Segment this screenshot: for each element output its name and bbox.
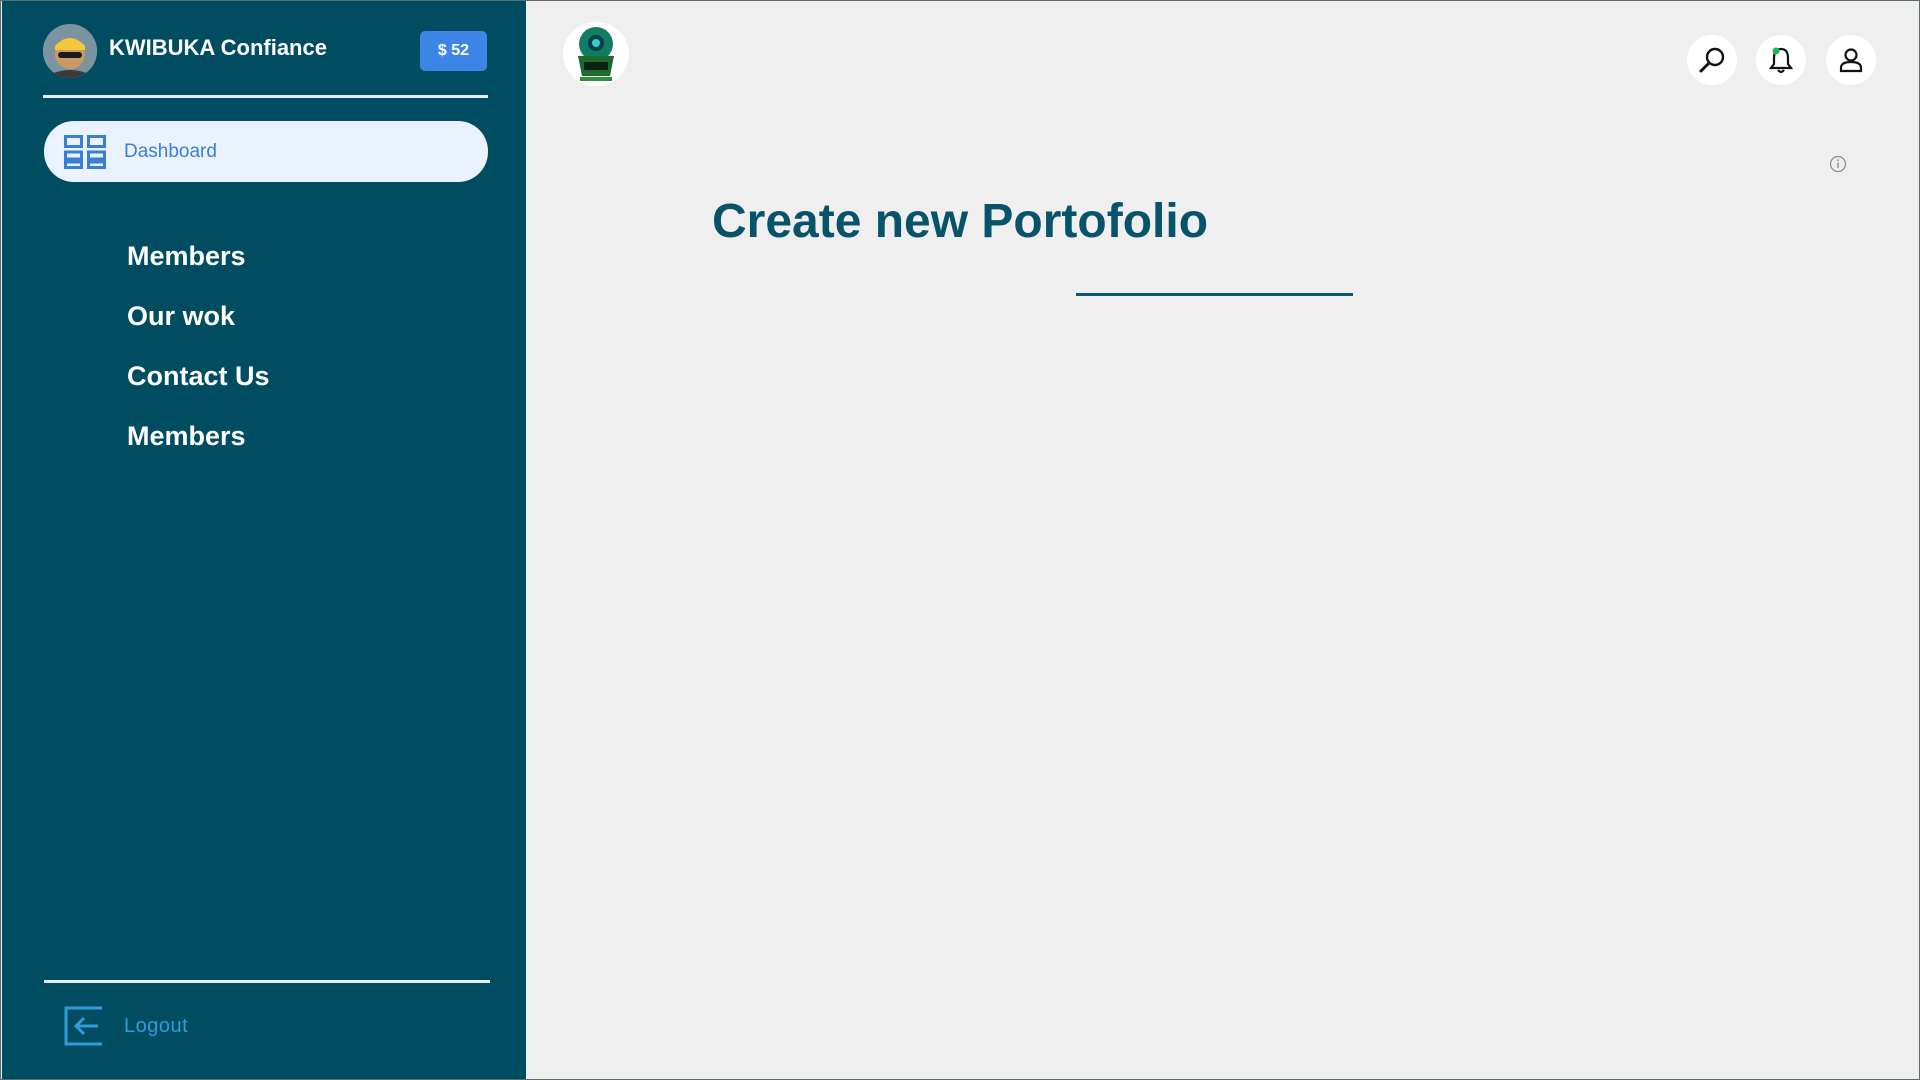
search-icon <box>1699 47 1725 73</box>
dashboard-label: Dashboard <box>124 140 217 162</box>
logout-icon <box>64 1006 102 1046</box>
sidebar-bottom-divider <box>44 980 490 983</box>
sidebar-item-members-2[interactable]: Members <box>127 416 270 476</box>
page-title: Create new Portofolio <box>711 195 1209 248</box>
title-underline <box>1076 293 1353 296</box>
info-icon[interactable] <box>1829 155 1847 173</box>
profile-header: KWIBUKA Confiance $ 52 <box>43 22 487 78</box>
logout-label: Logout <box>124 1014 189 1037</box>
sidebar-item-our-work[interactable]: Our wok <box>127 296 270 356</box>
logo-icon <box>578 27 614 81</box>
sidebar-item-dashboard[interactable]: Dashboard <box>44 121 488 182</box>
sidebar-item-members[interactable]: Members <box>127 236 270 296</box>
brand-logo[interactable] <box>563 22 629 86</box>
search-button[interactable] <box>1687 35 1737 85</box>
avatar[interactable] <box>43 24 97 78</box>
sidebar-divider <box>43 95 488 98</box>
notifications-button[interactable] <box>1756 35 1806 85</box>
sidebar-nav: Members Our wok Contact Us Members <box>127 236 270 476</box>
sidebar-item-contact-us[interactable]: Contact Us <box>127 356 270 416</box>
sidebar: KWIBUKA Confiance $ 52 Dashboard Members… <box>2 1 526 1079</box>
user-name: KWIBUKA Confiance <box>109 35 327 60</box>
dashboard-grid-icon <box>64 134 106 169</box>
logout-button[interactable]: Logout <box>62 1004 188 1048</box>
user-icon <box>1839 48 1863 73</box>
balance-badge[interactable]: $ 52 <box>420 31 487 71</box>
bell-icon <box>1768 47 1794 74</box>
user-button[interactable] <box>1826 35 1876 85</box>
